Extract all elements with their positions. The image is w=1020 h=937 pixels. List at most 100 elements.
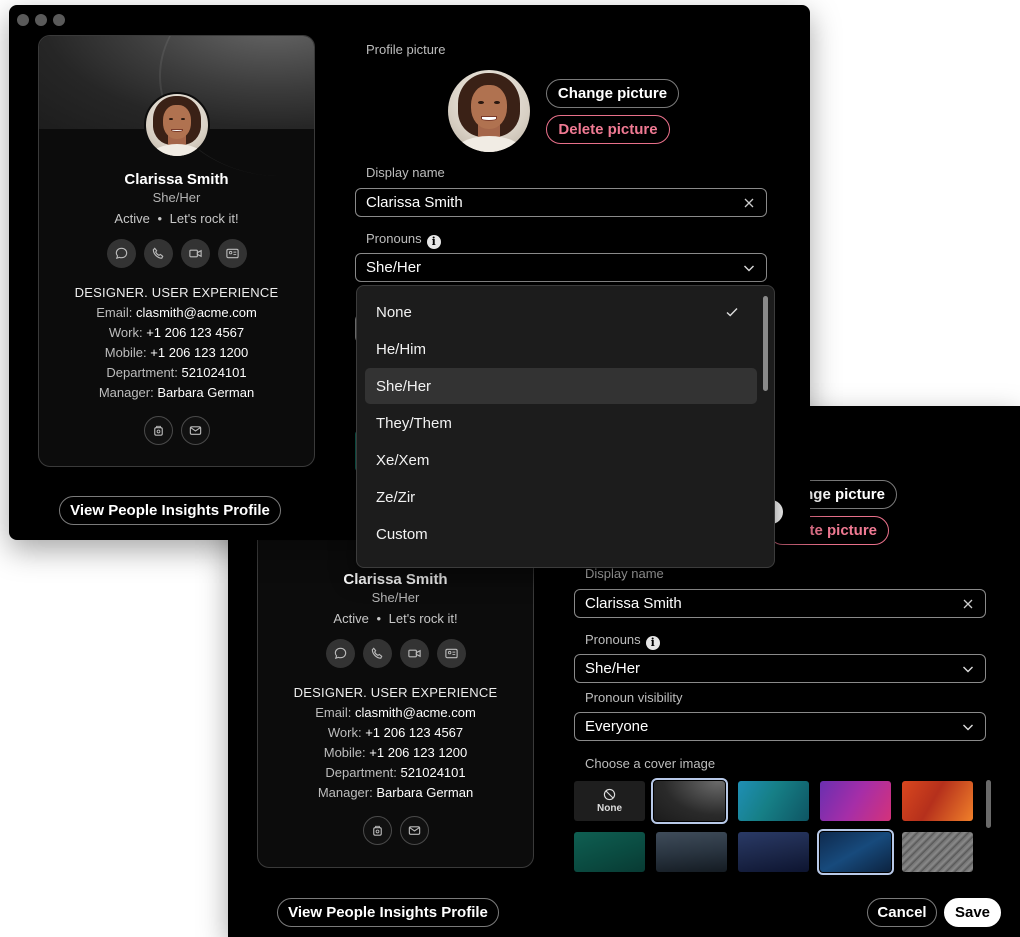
chat-bubble-icon (115, 247, 127, 260)
card-status-message: Let's rock it! (388, 611, 458, 626)
dropdown-scrollbar[interactable] (763, 296, 768, 391)
work-label: Work: (327, 725, 362, 740)
call-button[interactable] (143, 239, 173, 268)
mail-icon (408, 826, 420, 835)
chat-button[interactable] (325, 639, 355, 668)
teams-button[interactable] (362, 816, 392, 845)
view-insights-button[interactable]: View People Insights Profile (59, 496, 281, 525)
teams-button[interactable] (143, 416, 173, 445)
pronoun-option-ze-zir[interactable]: Ze/Zir (365, 479, 757, 515)
pronoun-option-xe-xem[interactable]: Xe/Xem (365, 442, 757, 478)
cover-option-blue-shore[interactable] (817, 829, 894, 875)
card-status-line: Active • Let's rock it! (39, 211, 314, 226)
department-label: Department: (106, 365, 178, 380)
cover-option-green[interactable] (574, 832, 645, 872)
video-camera-icon (188, 249, 202, 258)
contact-card-button[interactable] (436, 639, 466, 668)
card-status-separator: • (376, 611, 381, 626)
card-secondary-actions (258, 816, 533, 845)
contact-card-button[interactable] (217, 239, 247, 268)
work-value: +1 206 123 4567 (365, 725, 464, 740)
card-mobile-row: Mobile: +1 206 123 1200 (258, 743, 533, 763)
pronouns-label-row: Pronouns i (366, 231, 441, 249)
cover-option-none[interactable]: None (574, 781, 645, 821)
call-button[interactable] (362, 639, 392, 668)
pronoun-visibility-label: Pronoun visibility (585, 690, 683, 705)
view-insights-button[interactable]: View People Insights Profile (277, 898, 499, 927)
pronoun-option-she-her[interactable]: She/Her (365, 368, 757, 404)
cover-scrollbar[interactable] (986, 780, 991, 828)
change-picture-button[interactable]: Change picture (546, 79, 679, 108)
cover-option-teal-wave[interactable] (738, 781, 809, 821)
save-button[interactable]: Save (944, 898, 1001, 927)
display-name-input[interactable]: Clarissa Smith (355, 188, 767, 217)
window-controls (17, 14, 65, 26)
card-display-name: Clarissa Smith (343, 571, 448, 588)
option-label: Ze/Zir (376, 488, 416, 506)
card-action-row (258, 639, 533, 668)
close-window-button[interactable] (17, 14, 29, 26)
pronouns-label: Pronouns (585, 632, 641, 647)
video-call-button[interactable] (399, 639, 429, 668)
option-label: Xe/Xem (376, 451, 430, 469)
card-status-message: Let's rock it! (169, 211, 239, 226)
minimize-window-button[interactable] (35, 14, 47, 26)
pronoun-visibility-select[interactable]: Everyone (574, 712, 986, 741)
option-label: Custom (376, 525, 428, 543)
avatar (144, 92, 210, 158)
display-name-label: Display name (585, 566, 664, 581)
pronoun-visibility-value: Everyone (585, 718, 649, 735)
manager-value: Barbara German (157, 385, 255, 400)
email-button[interactable] (180, 416, 210, 445)
cover-option-orange-wave[interactable] (902, 781, 973, 821)
card-work-row: Work: +1 206 123 4567 (39, 323, 314, 343)
pronoun-option-none[interactable]: None (365, 294, 757, 330)
card-status: Active (333, 611, 369, 626)
email-label: Email: (315, 705, 352, 720)
mobile-label: Mobile: (104, 345, 147, 360)
chat-button[interactable] (106, 239, 136, 268)
pronoun-option-they-them[interactable]: They/Them (365, 405, 757, 441)
option-label: She/Her (376, 377, 432, 395)
pronouns-select[interactable]: She/Her (574, 654, 986, 683)
delete-picture-button[interactable]: Delete picture (546, 115, 670, 144)
clear-icon[interactable] (961, 597, 975, 611)
cancel-button[interactable]: Cancel (867, 898, 937, 927)
card-mobile-row: Mobile: +1 206 123 1200 (39, 343, 314, 363)
info-icon[interactable]: i (426, 234, 441, 249)
card-details: DESIGNER. USER EXPERIENCE Email: clasmit… (258, 683, 533, 803)
department-label: Department: (325, 765, 397, 780)
pronoun-option-custom[interactable]: Custom (365, 516, 757, 552)
chevron-down-icon (963, 724, 973, 730)
video-call-button[interactable] (180, 239, 210, 268)
manager-label: Manager: (317, 785, 373, 800)
card-status: Active (114, 211, 150, 226)
chat-bubble-icon (334, 647, 346, 660)
info-icon[interactable]: i (645, 635, 660, 650)
display-name-input[interactable]: Clarissa Smith (574, 589, 986, 618)
cover-option-dark-gradient[interactable] (651, 778, 728, 824)
department-value: 521024101 (400, 765, 466, 780)
department-value: 521024101 (181, 365, 247, 380)
card-pronouns: She/Her (152, 190, 201, 205)
email-button[interactable] (399, 816, 429, 845)
clear-icon[interactable] (742, 196, 756, 210)
pronouns-select[interactable]: She/Her (355, 253, 767, 282)
card-action-row (39, 239, 314, 268)
card-status-line: Active • Let's rock it! (258, 611, 533, 626)
pronouns-select-value: She/Her (585, 660, 641, 677)
work-label: Work: (108, 325, 143, 340)
profile-picture-label: Profile picture (366, 42, 446, 57)
cover-option-mountains[interactable] (656, 832, 727, 872)
mobile-value: +1 206 123 1200 (150, 345, 249, 360)
cover-option-dunes[interactable] (738, 832, 809, 872)
maximize-window-button[interactable] (53, 14, 65, 26)
pronoun-option-he-him[interactable]: He/Him (365, 331, 757, 367)
cover-option-texture[interactable] (902, 832, 973, 872)
cover-option-purple-wave[interactable] (820, 781, 891, 821)
option-label: They/Them (376, 414, 452, 432)
card-status-separator: • (157, 211, 162, 226)
chevron-down-icon (744, 265, 754, 271)
video-camera-icon (407, 649, 421, 658)
checkmark-icon (726, 308, 738, 317)
